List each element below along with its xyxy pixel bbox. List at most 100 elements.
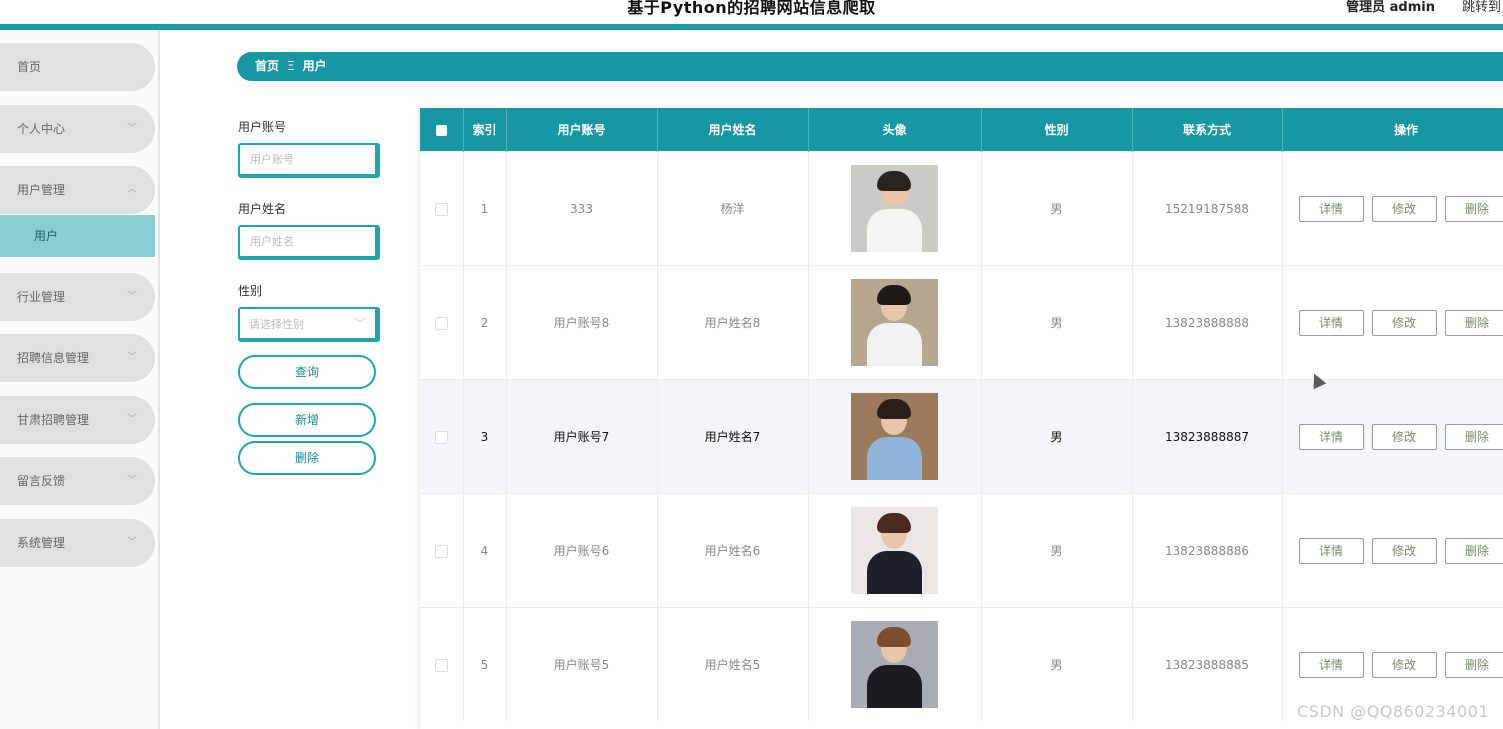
sidebar-item-system[interactable]: 系统管理 ﹀ [0,519,155,567]
cell-gender: 男 [981,265,1133,380]
cell-phone: 15219187588 [1132,151,1283,266]
gender-select-placeholder: 请选择性别 [249,318,304,331]
cell-index: 2 [463,265,507,380]
select-all-checkbox[interactable] [435,124,447,136]
column-header-phone: 联系方式 [1132,108,1283,152]
account-label: 用户账号 [238,120,287,134]
breadcrumb-home[interactable]: 首页 [255,59,279,73]
cell-name: 用户姓名6 [657,493,809,608]
sidebar-item-jobs[interactable]: 招聘信息管理 ﹀ [0,334,155,382]
chevron-down-icon: ﹀ [127,475,137,486]
breadcrumb-current: 用户 [302,59,327,73]
select-all-cell[interactable] [420,108,464,152]
watermark: CSDN @QQ860234001 [1296,702,1489,721]
delete-button[interactable]: 删除 [1444,537,1503,564]
sidebar-item-label: 首页 [17,60,42,74]
sidebar-item-user-management[interactable]: 用户管理 ︿ [0,166,155,214]
column-header-index: 索引 [463,108,507,152]
edit-button[interactable]: 修改 [1371,423,1437,450]
name-label: 用户姓名 [238,202,287,216]
detail-button[interactable]: 详情 [1298,537,1364,564]
column-header-name: 用户姓名 [657,108,809,152]
cell-name: 用户姓名7 [657,379,809,494]
cell-gender: 男 [981,607,1133,721]
detail-button[interactable]: 详情 [1298,195,1364,222]
cell-index: 4 [463,493,507,608]
gender-label: 性别 [238,284,263,298]
detail-button[interactable]: 详情 [1298,651,1364,678]
column-header-gender: 性别 [981,108,1133,152]
edit-button[interactable]: 修改 [1371,195,1437,222]
delete-button[interactable]: 删除 [1444,651,1503,678]
sidebar-item-label: 系统管理 [17,536,66,550]
table-header-row: 索引 用户账号 用户姓名 头像 性别 联系方式 操作 [420,108,1503,152]
sidebar-subitem-label: 用户 [34,229,59,243]
breadcrumb-separator-icon: Ξ [287,59,295,73]
user-table-container: 索引 用户账号 用户姓名 头像 性别 联系方式 操作 1 333 杨洋 男 15… [420,108,1503,729]
jump-link[interactable]: 跳转到 [1462,0,1501,15]
avatar [851,279,938,366]
delete-button[interactable]: 删除 [1444,309,1503,336]
avatar [851,507,938,594]
cell-index: 5 [463,607,507,721]
delete-button[interactable]: 删除 [1444,423,1503,450]
table-row[interactable]: 3 用户账号7 用户姓名7 男 13823888887 详情 修改 删除 [420,379,1503,494]
query-button[interactable]: 查询 [238,355,376,389]
sidebar-subitem-users[interactable]: 用户 [0,215,155,257]
cell-account: 用户账号7 [506,379,658,494]
add-button[interactable]: 新增 [238,403,376,437]
sidebar-item-industry[interactable]: 行业管理 ﹀ [0,273,155,321]
avatar [851,165,938,252]
cell-account: 用户账号6 [506,493,658,608]
cell-phone: 13823888888 [1132,265,1283,380]
chevron-down-icon: ﹀ [127,414,137,425]
row-checkbox[interactable] [434,658,448,672]
edit-button[interactable]: 修改 [1371,537,1437,564]
chevron-down-icon: ﹀ [127,537,137,548]
cell-name: 用户姓名8 [657,265,809,380]
cell-gender: 男 [981,151,1133,266]
cell-index: 3 [463,379,507,494]
sidebar-item-label: 个人中心 [17,122,66,136]
cell-account: 用户账号5 [506,607,658,721]
account-search-input[interactable] [238,143,380,178]
cell-phone: 13823888886 [1132,493,1283,608]
cell-name: 用户姓名5 [657,607,809,721]
sidebar-item-label: 行业管理 [17,290,66,304]
sidebar-item-home[interactable]: 首页 [0,43,155,91]
table-row[interactable]: 1 333 杨洋 男 15219187588 详情 修改 删除 [420,151,1503,266]
row-checkbox[interactable] [434,202,448,216]
app-title: 基于Python的招聘网站信息爬取 [627,0,876,17]
admin-user-label[interactable]: 管理员 admin [1346,0,1435,15]
batch-delete-button[interactable]: 删除 [238,441,376,475]
sidebar-item-gansu-jobs[interactable]: 甘肃招聘管理 ﹀ [0,396,155,444]
cell-name: 杨洋 [657,151,809,266]
row-checkbox[interactable] [434,430,448,444]
sidebar-item-label: 招聘信息管理 [17,351,90,365]
user-table: 索引 用户账号 用户姓名 头像 性别 联系方式 操作 1 333 杨洋 男 15… [420,108,1503,721]
table-row[interactable]: 4 用户账号6 用户姓名6 男 13823888886 详情 修改 删除 [420,493,1503,608]
cell-phone: 13823888885 [1132,607,1283,721]
chevron-down-icon: ﹀ [127,123,137,134]
detail-button[interactable]: 详情 [1298,309,1364,336]
edit-button[interactable]: 修改 [1371,651,1437,678]
row-checkbox[interactable] [434,316,448,330]
chevron-down-icon: ﹀ [127,291,137,302]
cell-gender: 男 [981,379,1133,494]
column-header-actions: 操作 [1282,108,1503,152]
cell-index: 1 [463,151,507,266]
avatar [851,621,938,708]
gender-select[interactable]: 请选择性别 ﹀ [238,307,380,342]
cell-account: 333 [506,151,658,266]
name-search-input[interactable] [238,225,380,260]
top-header: 基于Python的招聘网站信息爬取 管理员 admin 跳转到 [0,0,1503,24]
table-row[interactable]: 2 用户账号8 用户姓名8 男 13823888888 详情 修改 删除 [420,265,1503,380]
detail-button[interactable]: 详情 [1298,423,1364,450]
accent-bar [0,24,1503,30]
sidebar-item-feedback[interactable]: 留言反馈 ﹀ [0,457,155,505]
row-checkbox[interactable] [434,544,448,558]
edit-button[interactable]: 修改 [1371,309,1437,336]
sidebar-item-label: 用户管理 [17,183,66,197]
sidebar-item-profile[interactable]: 个人中心 ﹀ [0,105,155,153]
delete-button[interactable]: 删除 [1444,195,1503,222]
